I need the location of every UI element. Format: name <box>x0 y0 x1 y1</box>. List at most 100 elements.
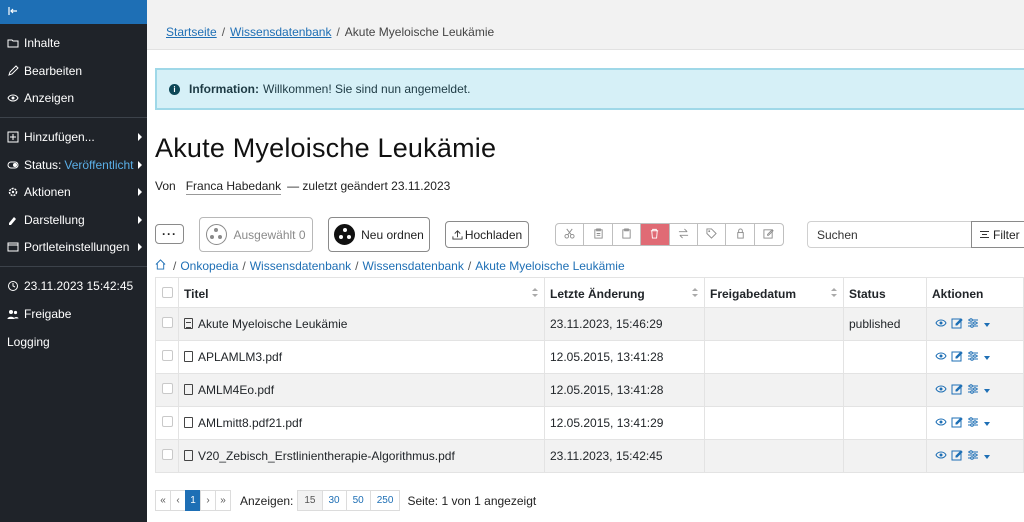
title-cell[interactable]: V20_Zebisch_Erstlinientherapie-Algorithm… <box>178 439 545 473</box>
file-icon <box>184 351 193 362</box>
table-row[interactable]: AMLmitt8.pdf21.pdf 12.05.2015, 13:41:29 <box>155 406 1024 440</box>
delete-button[interactable] <box>641 224 670 245</box>
row-title[interactable]: V20_Zebisch_Erstlinientherapie-Algorithm… <box>198 449 455 463</box>
settings-sliders-icon[interactable] <box>967 350 979 365</box>
select-all-checkbox[interactable] <box>162 287 173 298</box>
edit-icon[interactable] <box>951 383 963 398</box>
sidebar-item-portleteinstellungen[interactable]: Portleteinstellungen <box>0 235 147 259</box>
path-link-wissensdatenbank[interactable]: Wissensdatenbank <box>250 259 351 273</box>
row-title[interactable]: AMLmitt8.pdf21.pdf <box>198 416 302 430</box>
edit-icon[interactable] <box>951 416 963 431</box>
table-row[interactable]: AMLM4Eo.pdf 12.05.2015, 13:41:28 <box>155 373 1024 407</box>
title-cell[interactable]: AMLmitt8.pdf21.pdf <box>178 406 545 440</box>
prev-page-button[interactable]: ‹ <box>170 490 186 511</box>
sidebar-item-history[interactable]: 23.11.2023 15:42:45 <box>0 274 147 298</box>
sidebar-item-freigabe[interactable]: Freigabe <box>0 302 147 326</box>
sidebar-item-inhalte[interactable]: Inhalte <box>0 31 147 55</box>
dropdown-caret-icon[interactable] <box>984 454 990 459</box>
view-icon[interactable] <box>935 449 947 464</box>
edit-button[interactable] <box>755 224 783 245</box>
column-label: Letzte Änderung <box>550 287 645 301</box>
cut-button[interactable] <box>556 224 585 245</box>
settings-sliders-icon[interactable] <box>967 449 979 464</box>
last-page-button[interactable]: » <box>215 490 231 511</box>
tags-button[interactable] <box>698 224 727 245</box>
column-header-titel[interactable]: Titel <box>178 277 545 308</box>
dropdown-caret-icon[interactable] <box>984 388 990 393</box>
upload-button[interactable]: Hochladen <box>445 221 529 248</box>
sidebar-item-bearbeiten[interactable]: Bearbeiten <box>0 59 147 83</box>
first-page-button[interactable]: « <box>155 490 171 511</box>
page-size-30[interactable]: 30 <box>321 490 347 511</box>
table-row[interactable]: APLAMLM3.pdf 12.05.2015, 13:41:28 <box>155 340 1024 374</box>
column-header-status[interactable]: Status <box>843 277 927 308</box>
lock-button[interactable] <box>726 224 755 245</box>
column-header-letzte-aenderung[interactable]: Letzte Änderung <box>544 277 705 308</box>
sidebar-item-label: 23.11.2023 15:42:45 <box>24 279 134 293</box>
row-title[interactable]: Akute Myeloische Leukämie <box>198 317 347 331</box>
path-link-wissensdatenbank-2[interactable]: Wissensdatenbank <box>362 259 463 273</box>
selected-button[interactable]: Ausgewählt 0 <box>199 217 313 252</box>
view-icon[interactable] <box>935 416 947 431</box>
reorder-button[interactable]: Neu ordnen <box>328 217 430 252</box>
breadcrumb-link-startseite[interactable]: Startseite <box>166 25 217 39</box>
next-page-button[interactable]: › <box>200 490 216 511</box>
paste-button[interactable] <box>613 224 642 245</box>
dropdown-caret-icon[interactable] <box>984 355 990 360</box>
sidebar-item-anzeigen[interactable]: Anzeigen <box>0 86 147 110</box>
path-link-onkopedia[interactable]: Onkopedia <box>180 259 238 273</box>
search-input[interactable] <box>807 221 972 248</box>
row-checkbox[interactable] <box>162 317 173 328</box>
row-checkbox[interactable] <box>162 416 173 427</box>
collapse-left-icon[interactable] <box>8 5 18 19</box>
filter-button[interactable]: Filter <box>971 221 1024 248</box>
table-row[interactable]: V20_Zebisch_Erstlinientherapie-Algorithm… <box>155 439 1024 473</box>
title-cell[interactable]: AMLM4Eo.pdf <box>178 373 545 407</box>
breadcrumb-link-wissensdatenbank[interactable]: Wissensdatenbank <box>230 25 331 39</box>
chevron-right-icon <box>138 243 142 251</box>
row-actions <box>932 449 990 464</box>
select-all-cell <box>155 277 179 308</box>
sidebar-item-darstellung[interactable]: Darstellung <box>0 208 147 232</box>
page-size-250[interactable]: 250 <box>369 490 401 511</box>
row-checkbox[interactable] <box>162 383 173 394</box>
author-link[interactable]: Franca Habedank <box>185 179 282 195</box>
sort-icon <box>532 288 538 298</box>
sidebar-item-logging[interactable]: Logging <box>0 330 147 354</box>
sidebar-item-label: Anzeigen <box>24 91 75 105</box>
title-cell[interactable]: Akute Myeloische Leukämie <box>178 307 545 341</box>
table-row[interactable]: Akute Myeloische Leukämie 23.11.2023, 15… <box>155 307 1024 341</box>
more-button[interactable]: ··· <box>155 224 184 244</box>
sidebar-item-status[interactable]: Status: Veröffentlicht <box>0 153 147 177</box>
view-icon[interactable] <box>935 383 947 398</box>
sidebar-item-hinzufuegen[interactable]: Hinzufügen... <box>0 125 147 149</box>
dropdown-caret-icon[interactable] <box>984 421 990 426</box>
edit-icon[interactable] <box>951 449 963 464</box>
settings-sliders-icon[interactable] <box>967 383 979 398</box>
view-icon[interactable] <box>935 350 947 365</box>
edit-icon[interactable] <box>951 317 963 332</box>
sidebar-collapse-bar[interactable] <box>0 0 147 24</box>
settings-sliders-icon[interactable] <box>967 317 979 332</box>
settings-sliders-icon[interactable] <box>967 416 979 431</box>
current-page-button[interactable]: 1 <box>185 490 201 511</box>
path-link-current[interactable]: Akute Myeloische Leukämie <box>475 259 624 273</box>
dropdown-caret-icon[interactable] <box>984 322 990 327</box>
row-title[interactable]: APLAMLM3.pdf <box>198 350 282 364</box>
row-checkbox[interactable] <box>162 350 173 361</box>
palette-icon <box>7 214 19 226</box>
page-size-15[interactable]: 15 <box>297 490 323 511</box>
column-header-freigabedatum[interactable]: Freigabedatum <box>704 277 844 308</box>
file-icon <box>184 450 193 461</box>
copy-button[interactable] <box>584 224 613 245</box>
home-icon[interactable] <box>155 259 169 273</box>
rename-button[interactable] <box>670 224 698 245</box>
page-size-50[interactable]: 50 <box>345 490 371 511</box>
view-icon[interactable] <box>935 317 947 332</box>
row-title[interactable]: AMLM4Eo.pdf <box>198 383 274 397</box>
edit-icon[interactable] <box>951 350 963 365</box>
title-cell[interactable]: APLAMLM3.pdf <box>178 340 545 374</box>
sidebar-item-aktionen[interactable]: Aktionen <box>0 180 147 204</box>
page-size-label: Anzeigen: <box>240 493 294 508</box>
row-checkbox[interactable] <box>162 449 173 460</box>
